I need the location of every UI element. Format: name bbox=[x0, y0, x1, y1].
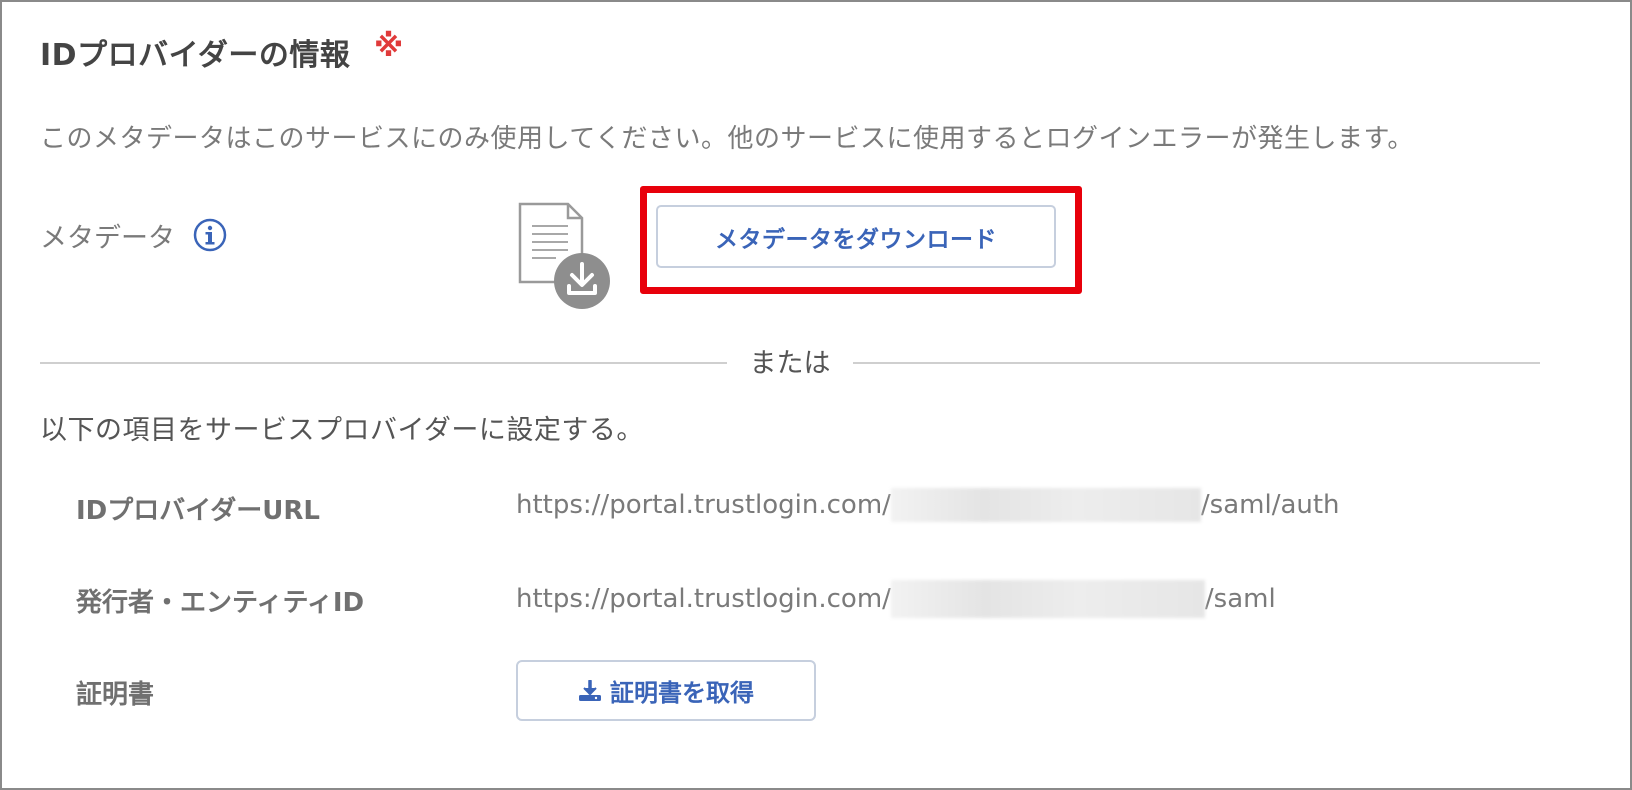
idp-url-prefix: https://portal.trustlogin.com/ bbox=[516, 490, 891, 520]
idp-info-panel: IDプロバイダーの情報 ※ このメタデータはこのサービスにのみ使用してください。… bbox=[0, 0, 1632, 790]
metadata-notice: このメタデータはこのサービスにのみ使用してください。他のサービスに使用するとログ… bbox=[40, 124, 1414, 154]
redacted-tenant bbox=[890, 488, 1201, 522]
setup-instruction: 以下の項目をサービスプロバイダーに設定する。 bbox=[40, 415, 644, 446]
get-certificate-label: 証明書を取得 bbox=[610, 679, 754, 707]
certificate-label: 証明書 bbox=[76, 680, 155, 710]
entity-id-value: https://portal.trustlogin.com/ /saml bbox=[516, 580, 1276, 618]
redacted-tenant bbox=[890, 580, 1205, 618]
get-certificate-button[interactable]: 証明書を取得 bbox=[516, 660, 816, 721]
info-circle-icon[interactable] bbox=[193, 218, 227, 252]
metadata-label: メタデータ bbox=[40, 223, 175, 254]
divider-right bbox=[853, 362, 1540, 364]
entity-id-suffix: /saml bbox=[1204, 584, 1276, 614]
entity-id-prefix: https://portal.trustlogin.com/ bbox=[516, 584, 891, 614]
idp-url-label: IDプロバイダーURL bbox=[76, 496, 320, 526]
divider-left bbox=[40, 362, 727, 364]
download-metadata-button[interactable]: メタデータをダウンロード bbox=[656, 205, 1056, 268]
or-separator: または bbox=[749, 348, 831, 379]
download-icon bbox=[579, 679, 601, 701]
idp-url-suffix: /saml/auth bbox=[1200, 490, 1340, 520]
document-download-icon bbox=[518, 202, 610, 309]
required-mark: ※ bbox=[374, 29, 404, 64]
idp-url-value: https://portal.trustlogin.com/ /saml/aut… bbox=[516, 488, 1340, 522]
section-title: IDプロバイダーの情報 bbox=[40, 38, 351, 73]
entity-id-label: 発行者・エンティティID bbox=[76, 588, 365, 618]
